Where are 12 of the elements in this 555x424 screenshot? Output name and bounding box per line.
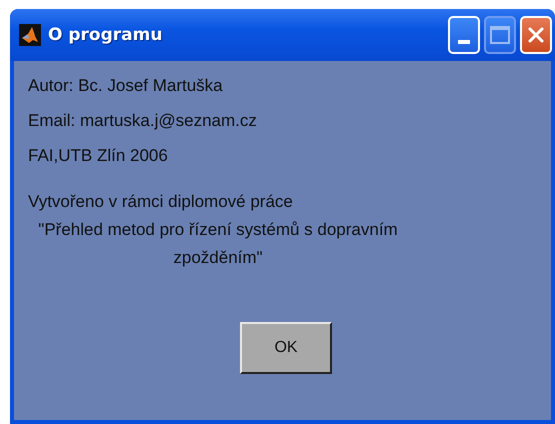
maximize-button[interactable] (484, 16, 516, 54)
ok-button[interactable]: OK (240, 322, 332, 374)
window-title: O programu (48, 25, 164, 45)
info-text: FAI,UTB Zlín 2006 (28, 145, 169, 167)
app-logo-icon (19, 24, 41, 46)
close-button[interactable] (520, 16, 552, 54)
close-icon (526, 25, 546, 45)
description-text: Vytvořeno v rámci diplomové práce (28, 191, 294, 213)
info-text: Autor: Bc. Josef Martuška (28, 75, 224, 97)
thesis-title-text: "Přehled metod pro řízení systémů s dopravním zpožděním" (37, 219, 399, 269)
info-text: Email: martuska.j@seznam.cz (28, 110, 258, 132)
minimize-button[interactable] (448, 16, 480, 54)
